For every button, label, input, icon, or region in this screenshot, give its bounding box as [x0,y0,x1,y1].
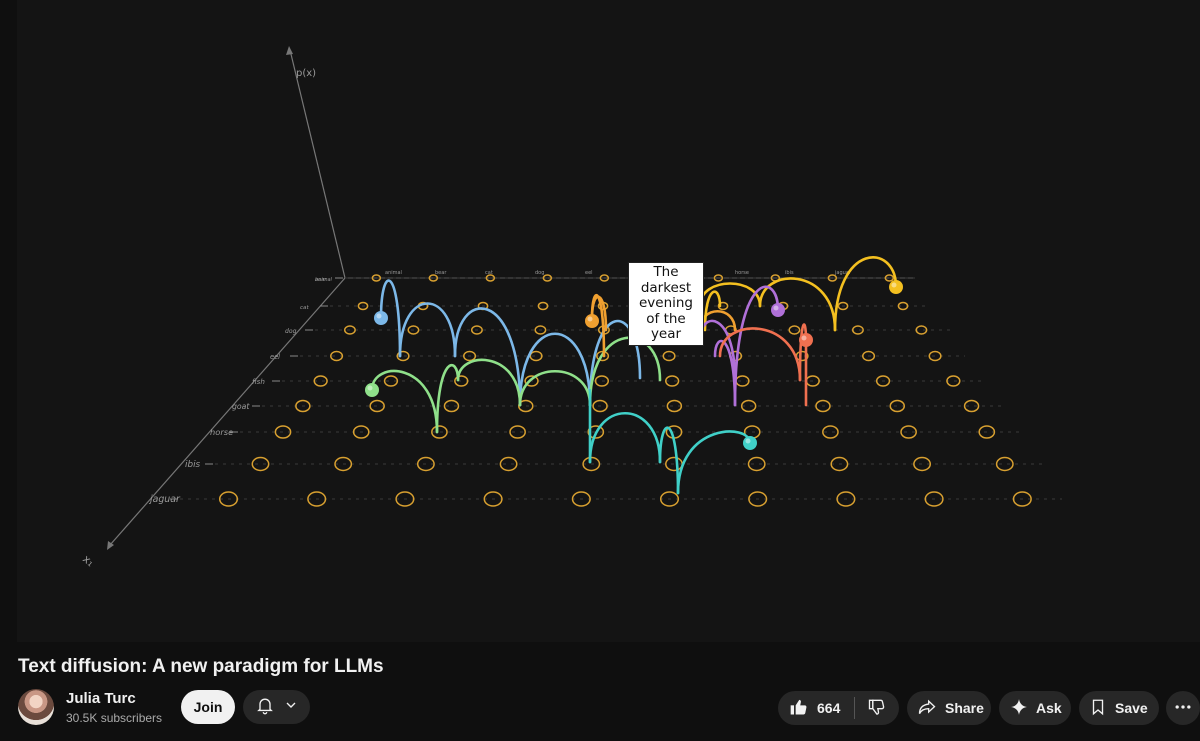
trajectory-arc-yellow [833,256,898,332]
trajectory-arc-green [588,336,662,407]
ball-cyan [743,436,757,450]
video-title: Text diffusion: A new paradigm for LLMs [18,656,384,677]
row-label: eel [270,353,280,361]
ball-blue [374,311,388,325]
grid-ring [251,456,270,472]
depth-axis [109,277,346,546]
grid-ring [747,456,766,472]
depth-axis-label: x₁ [80,552,97,569]
column-label: horse [735,270,749,276]
row-label: horse [210,427,233,437]
column-label: bear [435,270,447,276]
video-player[interactable]: p(x) x₁ animal bear cat dog eel fish goat horse ib… [17,0,1200,642]
ball-purple-highlight [773,305,779,311]
like-dislike-group: 664 [778,691,899,725]
column-label: ibis [785,270,794,276]
ball-yellow [889,280,903,294]
ball-green-highlight [367,385,373,391]
ball-blue-highlight [376,313,382,319]
share-label: Share [945,700,984,716]
vertical-axis-label: p(x) [296,68,316,79]
trajectory-arc-cyan [588,412,662,464]
ask-button[interactable]: Ask [999,691,1071,725]
trajectory-arc-yellow [758,277,837,332]
more-actions-button[interactable] [1166,691,1200,725]
grid-ring [788,325,801,335]
trajectory-arc-green [435,363,460,434]
ball-purple [771,303,785,317]
share-icon [917,697,937,720]
ball-orange-highlight [587,316,593,322]
join-button[interactable]: Join [181,690,235,724]
more-horizontal-icon [1173,697,1193,720]
ball-red [799,333,813,347]
bookmark-icon [1089,698,1107,719]
row-label: dog [285,328,297,335]
diffusion-3d-plot: p(x) x₁ animal bear cat dog eel fish goat horse ib… [80,46,1062,569]
grid-ring [499,456,518,472]
row-label: cat [300,305,309,311]
sparkle-icon [1010,698,1028,719]
ball-green [365,383,379,397]
row-label: ibis [185,460,201,470]
trajectory-arc-cyan [676,430,752,495]
thumbs-down-icon [867,697,887,720]
channel-avatar[interactable] [18,689,54,725]
row-label: animal [315,277,333,283]
trajectory-arc-blue [518,332,592,407]
bell-icon [255,695,275,720]
row-label: goat [232,402,250,411]
like-button[interactable]: 664 [778,691,840,725]
channel-name[interactable]: Julia Turc [66,690,136,707]
vertical-axis-arrow [286,46,293,55]
dislike-button[interactable] [855,691,887,725]
column-label: dog [535,270,544,276]
ball-cyan-highlight [745,438,751,444]
share-button[interactable]: Share [907,691,991,725]
channel-owner: Julia Turc 30.5K subscribers Join [18,689,338,725]
column-label: eel [585,270,593,276]
ball-yellow-highlight [891,282,897,288]
subscribe-notifications-button[interactable] [243,690,310,724]
column-label: animal [385,270,402,276]
subscriber-count: 30.5K subscribers [66,711,163,725]
save-button[interactable]: Save [1079,691,1159,725]
ball-red-highlight [801,335,807,341]
vertical-axis [289,49,346,279]
trajectory-arc-blue [453,307,522,407]
row-label: fish [252,377,265,386]
trajectory-arc-purple [733,285,780,407]
save-label: Save [1115,700,1148,716]
thumbs-up-icon [789,697,809,720]
grid-ring [928,350,942,362]
ask-label: Ask [1036,700,1062,716]
video-caption: The darkest evening of the year [628,262,704,346]
like-count: 664 [817,700,841,716]
chevron-down-icon [283,697,299,718]
ball-orange [585,314,599,328]
grid-ring [594,375,610,387]
